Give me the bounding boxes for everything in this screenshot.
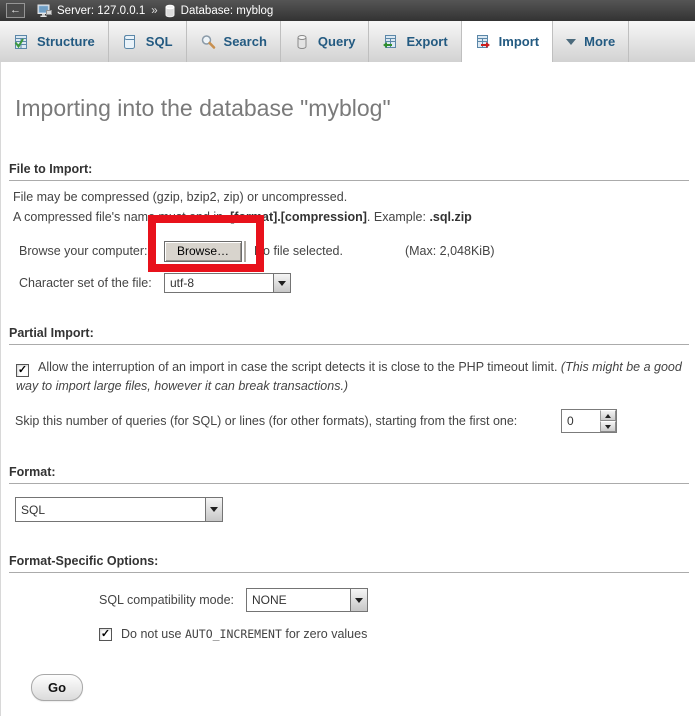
structure-icon (13, 34, 29, 50)
back-arrow-icon: ← (10, 5, 21, 16)
charset-label: Character set of the file: (19, 276, 164, 290)
section-heading-file-to-import: File to Import: (9, 162, 689, 181)
spinner-down-button[interactable] (600, 421, 616, 432)
chevron-down-icon[interactable] (205, 498, 222, 521)
allow-interruption-checkbox[interactable]: ✓ (16, 364, 29, 377)
skip-queries-value: 0 (562, 410, 600, 432)
database-icon (164, 4, 176, 18)
browse-label: Browse your computer: (19, 244, 164, 258)
query-icon (294, 34, 310, 50)
go-button[interactable]: Go (31, 674, 83, 701)
charset-row: Character set of the file: utf-8 (19, 272, 695, 294)
import-icon (475, 34, 491, 50)
tab-export[interactable]: Export (369, 21, 461, 62)
server-icon (37, 4, 52, 18)
sql-compatibility-label: SQL compatibility mode: (99, 593, 246, 607)
section-heading-partial-import: Partial Import: (9, 326, 689, 345)
auto-increment-checkbox[interactable]: ✓ (99, 628, 112, 641)
tab-label: Search (224, 34, 267, 49)
search-icon (200, 34, 216, 50)
tab-bar: Structure SQL Search (0, 21, 695, 62)
skip-queries-label: Skip this number of queries (for SQL) or… (15, 414, 517, 428)
checkmark-icon: ✓ (18, 365, 27, 376)
allow-interruption-row: ✓ Allow the interruption of an import in … (16, 358, 683, 396)
file-upload-row: Browse your computer: Browse… No file se… (19, 239, 695, 263)
no-file-selected-text: No file selected. (254, 244, 343, 258)
hint-text: . Example: (367, 210, 430, 224)
compression-hint-line1: File may be compressed (gzip, bzip2, zip… (13, 187, 685, 207)
tab-label: Query (318, 34, 356, 49)
sql-icon (122, 34, 138, 50)
triangle-down-icon (605, 425, 611, 429)
skip-queries-row: Skip this number of queries (for SQL) or… (15, 408, 695, 434)
tab-label: Import (499, 34, 539, 49)
tab-label: More (584, 34, 615, 49)
page-title: Importing into the database "myblog" (1, 62, 695, 122)
triangle-up-icon (605, 414, 611, 418)
breadcrumb-server[interactable]: Server: 127.0.0.1 (57, 5, 145, 17)
file-input-divider (244, 241, 246, 262)
auto-increment-code: AUTO_INCREMENT (185, 627, 282, 641)
chevron-down-icon[interactable] (273, 274, 290, 292)
tab-query[interactable]: Query (281, 21, 370, 62)
sql-compatibility-value: NONE (247, 589, 350, 611)
charset-select[interactable]: utf-8 (164, 273, 291, 293)
tab-label: SQL (146, 34, 173, 49)
phpmyadmin-import-page: ← Server: 127.0.0.1 » Database: myblog (0, 0, 695, 716)
sql-compatibility-row: SQL compatibility mode: NONE (99, 588, 695, 612)
hint-text: A compressed file's name must end in (13, 210, 227, 224)
max-size-label: (Max: 2,048KiB) (405, 244, 495, 258)
breadcrumb-bar: ← Server: 127.0.0.1 » Database: myblog (0, 0, 695, 21)
browse-button[interactable]: Browse… (164, 241, 242, 262)
allow-interruption-text: Allow the interruption of an import in c… (38, 360, 561, 374)
tab-sql[interactable]: SQL (109, 21, 187, 62)
section-heading-format: Format: (9, 465, 689, 484)
charset-selected-value: utf-8 (165, 274, 273, 292)
export-icon (382, 34, 398, 50)
format-select[interactable]: SQL (15, 497, 223, 522)
hint-format-pattern: .[format].[compression] (227, 210, 367, 224)
chevron-down-icon[interactable] (350, 589, 367, 611)
hint-example: .sql.zip (429, 210, 471, 224)
auto-increment-row: ✓ Do not use AUTO_INCREMENT for zero val… (99, 627, 695, 641)
tab-label: Export (406, 34, 447, 49)
tab-import[interactable]: Import (462, 21, 553, 62)
compression-hint-line2: A compressed file's name must end in .[f… (13, 207, 685, 227)
sql-compatibility-select[interactable]: NONE (246, 588, 368, 612)
tab-structure[interactable]: Structure (0, 21, 109, 62)
breadcrumb-separator: » (150, 5, 158, 17)
checkmark-icon: ✓ (101, 629, 110, 640)
tab-more[interactable]: More (553, 21, 629, 62)
tab-search[interactable]: Search (187, 21, 281, 62)
breadcrumb-database[interactable]: Database: myblog (181, 5, 274, 17)
format-row: SQL (15, 497, 695, 522)
auto-increment-text: Do not use AUTO_INCREMENT for zero value… (121, 627, 367, 641)
spinner-up-button[interactable] (600, 410, 616, 421)
chevron-down-icon (566, 39, 576, 45)
skip-queries-input[interactable]: 0 (561, 409, 617, 433)
tab-label: Structure (37, 34, 95, 49)
import-form: Importing into the database "myblog" Fil… (0, 62, 695, 716)
section-heading-format-options: Format-Specific Options: (9, 554, 689, 573)
back-button[interactable]: ← (6, 3, 25, 18)
format-selected-value: SQL (16, 498, 205, 521)
